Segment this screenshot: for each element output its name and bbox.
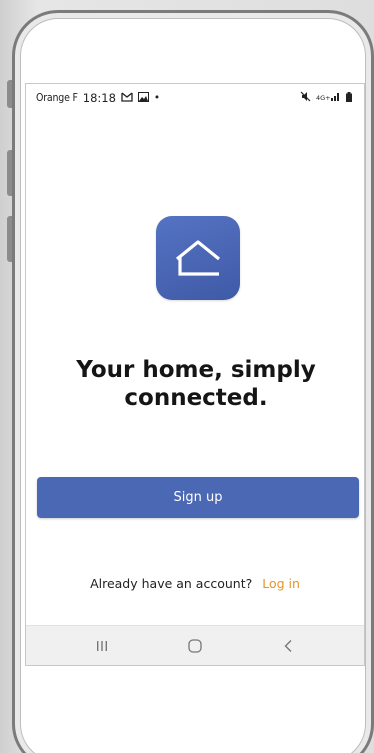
- home-outline-icon: [175, 240, 221, 276]
- status-right: 4G+: [300, 91, 352, 105]
- gmail-icon: [121, 92, 133, 105]
- notification-dot: •: [153, 92, 161, 104]
- headline: Your home, simply connected.: [36, 356, 356, 412]
- recent-apps-button[interactable]: [82, 631, 122, 661]
- login-link[interactable]: Log in: [262, 576, 300, 591]
- phone-screen: Orange F 18:18 • 4G+ Your home, simply c…: [25, 83, 365, 666]
- navigation-bar: [26, 625, 364, 665]
- headline-line-2: connected.: [124, 385, 268, 411]
- back-nav-button[interactable]: [268, 631, 308, 661]
- mute-icon: [300, 91, 311, 105]
- recent-apps-icon: [97, 640, 108, 651]
- home-nav-button[interactable]: [175, 631, 215, 661]
- network-type: 4G+: [316, 93, 331, 102]
- welcome-screen: Your home, simply connected. Sign up Alr…: [26, 112, 364, 624]
- signal-icon: [331, 92, 341, 104]
- home-button-icon: [188, 638, 202, 653]
- login-row: Already have an account? Log in: [26, 576, 364, 591]
- battery-icon: [346, 91, 352, 105]
- signup-button[interactable]: Sign up: [37, 477, 359, 518]
- app-logo: [156, 216, 240, 300]
- device-stage: Orange F 18:18 • 4G+ Your home, simply c…: [0, 0, 374, 753]
- login-prompt: Already have an account?: [90, 576, 253, 591]
- carrier-label: Orange F: [36, 92, 78, 104]
- status-bar: Orange F 18:18 • 4G+: [26, 84, 364, 112]
- status-left: Orange F 18:18 •: [36, 91, 160, 105]
- headline-line-1: Your home, simply: [76, 357, 316, 383]
- image-icon: [137, 91, 149, 105]
- clock: 18:18: [82, 91, 116, 105]
- back-icon: [284, 639, 292, 652]
